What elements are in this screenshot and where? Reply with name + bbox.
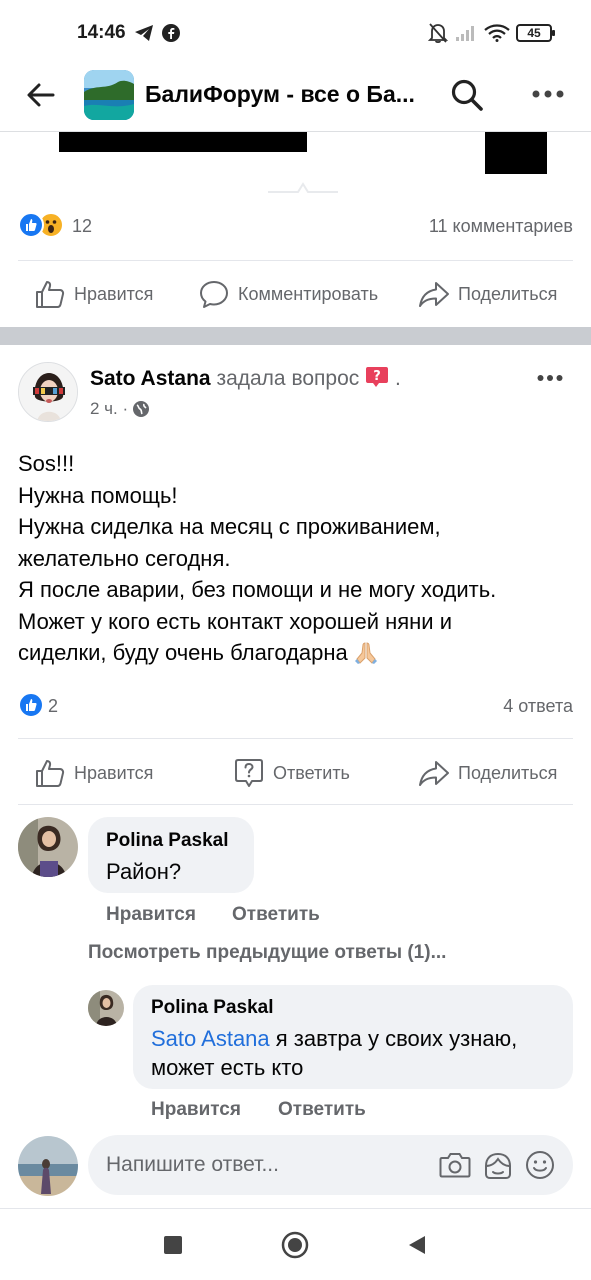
like-button[interactable]: Нравится [34, 753, 153, 793]
share-button[interactable]: Поделиться [418, 274, 557, 314]
post-time[interactable]: 2 ч. · [90, 399, 128, 419]
reply-composer[interactable]: Напишите ответ... [88, 1135, 573, 1195]
commenter-avatar[interactable] [18, 817, 78, 877]
share-button[interactable]: Поделиться [418, 753, 557, 793]
reply-author[interactable]: Polina Paskal [151, 997, 274, 1019]
post-separator [0, 327, 591, 345]
share-label: Поделиться [458, 762, 558, 783]
redacted-block [59, 132, 307, 152]
reply-text: я завтра у своих узнаю, [269, 1026, 518, 1051]
share-label: Поделиться [458, 283, 558, 304]
comment-bubble-icon [200, 281, 228, 308]
comment-like-button[interactable]: Нравится [106, 904, 196, 926]
praying-hands-icon [354, 642, 377, 664]
divider [18, 260, 573, 261]
back-arrow-icon[interactable] [26, 82, 56, 108]
like-reaction-icon [18, 212, 44, 238]
post-body-line: Нужна сиделка на месяц с проживанием, [18, 514, 441, 539]
composer-placeholder[interactable]: Напишите ответ... [106, 1153, 279, 1177]
group-title[interactable]: БалиФорум - все о Ба... [145, 81, 415, 108]
like-reaction-icon [18, 692, 44, 718]
answers-count[interactable]: 4 ответа [503, 696, 573, 717]
post2-action-bar: Нравится Ответить Поделиться [0, 753, 591, 793]
reply-like-button[interactable]: Нравится [151, 1099, 241, 1121]
share-arrow-icon [419, 761, 449, 786]
top-app-bar: БалиФорум - все о Ба... [0, 66, 591, 132]
comment-bubble[interactable]: Polina Paskal Район? [88, 817, 254, 893]
author-avatar[interactable] [18, 362, 78, 422]
share-arrow-icon [419, 282, 449, 307]
view-previous-replies-link[interactable]: Посмотреть предыдущие ответы (1)... [88, 942, 446, 964]
more-options-icon[interactable] [531, 89, 565, 99]
avatar-sticker-icon[interactable] [482, 1150, 514, 1182]
dot: . [394, 367, 401, 390]
home-button-icon[interactable] [281, 1231, 309, 1259]
post-author-name[interactable]: Sato Astana [90, 367, 211, 390]
battery-icon: 45 [516, 24, 552, 42]
current-user-avatar [18, 1136, 78, 1196]
question-badge-icon: ? [366, 367, 389, 387]
battery-tip [552, 30, 555, 36]
mute-bell-icon [428, 23, 448, 44]
reply-bubble[interactable]: Polina Paskal Sato Astana я завтра у сво… [133, 985, 573, 1089]
reply-text-line1: Sato Astana я завтра у своих узнаю, [151, 1024, 517, 1053]
reply-text-line2: может есть кто [151, 1055, 304, 1080]
post1-action-bar: Нравится Комментировать Поделиться [0, 274, 591, 314]
thumbs-up-icon [36, 760, 65, 787]
comment-text: Район? [106, 859, 182, 884]
status-time: 14:46 [77, 22, 126, 43]
camera-icon[interactable] [439, 1150, 471, 1180]
question-bubble-icon [235, 759, 263, 787]
facebook-status-icon [162, 24, 180, 42]
post-body-last-line: сиделки, буду очень благодарна [18, 637, 578, 669]
search-icon[interactable] [450, 78, 484, 112]
telegram-icon [135, 25, 153, 41]
faint-image-edge [268, 182, 338, 193]
post1-stats[interactable]: 12 11 комментариев [18, 212, 573, 242]
comments-count[interactable]: 11 комментариев [429, 216, 573, 237]
comment-author[interactable]: Polina Paskal [106, 830, 229, 852]
globe-icon [133, 401, 150, 417]
reply-reply-button[interactable]: Ответить [278, 1099, 366, 1121]
post-body-line: Sos!!! [18, 451, 75, 476]
comment-label: Комментировать [238, 283, 379, 304]
divider [18, 804, 573, 805]
post-body-line: Может у кого есть контакт хорошей няни и [18, 608, 452, 634]
post-body-line: Я после аварии, без помощи и не могу ход… [18, 577, 497, 602]
post-meta: 2 ч. · [90, 399, 150, 419]
mention-link[interactable]: Sato Astana [151, 1026, 270, 1051]
redacted-block [485, 132, 547, 174]
reaction-count: 2 [48, 696, 59, 716]
system-nav-bar [0, 1208, 591, 1280]
post2-stats[interactable]: 2 4 ответа [18, 692, 573, 722]
post-body: Sos!!! Нужна помощь! Нужна сиделка на ме… [18, 448, 578, 669]
post-more-icon[interactable] [537, 374, 563, 382]
post-body-line: сиделки, буду очень благодарна [18, 640, 348, 665]
reply-button[interactable]: Ответить [233, 753, 350, 793]
post-body-line: желательно сегодня. [18, 545, 231, 571]
reply-label: Ответить [273, 762, 350, 783]
thumbs-up-icon [36, 281, 65, 308]
signal-icon [456, 26, 474, 41]
asked-question-label: задала вопрос [216, 367, 360, 390]
group-avatar[interactable] [84, 70, 134, 120]
post-author-line: Sato Astana задала вопрос ? . [90, 366, 401, 391]
wifi-icon [484, 24, 510, 42]
like-label: Нравится [74, 283, 154, 304]
recents-button-icon[interactable] [163, 1235, 183, 1255]
svg-text:?: ? [373, 369, 381, 384]
emoji-icon[interactable] [525, 1150, 555, 1180]
divider [18, 738, 573, 739]
post-body-line: Нужна помощь! [18, 482, 178, 508]
comment-reply-button[interactable]: Ответить [232, 904, 320, 926]
like-label: Нравится [74, 762, 154, 783]
reply-author-avatar[interactable] [88, 990, 124, 1026]
like-button[interactable]: Нравится [34, 274, 153, 314]
status-bar: 14:46 45 [0, 0, 591, 66]
back-button-icon[interactable] [406, 1234, 428, 1256]
comment-button[interactable]: Комментировать [198, 274, 378, 314]
reaction-count: 12 [72, 216, 93, 236]
